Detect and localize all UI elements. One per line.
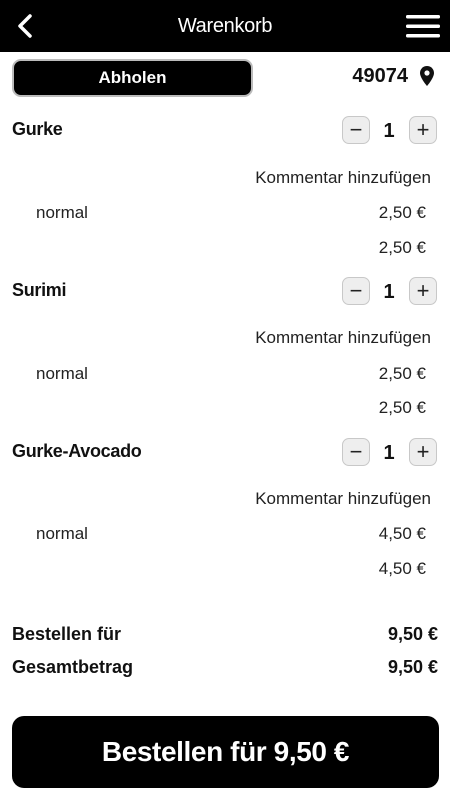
increment-button[interactable]: + [409, 438, 437, 466]
menu-button[interactable] [406, 12, 440, 40]
increment-button[interactable]: + [409, 116, 437, 144]
order-for-value: 9,50 € [387, 624, 438, 644]
cart-item-name: Gurke [12, 119, 63, 139]
cart-item-name: Gurke-Avocado [12, 441, 142, 461]
variant-label: normal [36, 524, 88, 543]
variant-price: 2,50 € [378, 203, 426, 222]
add-comment-link[interactable]: Kommentar hinzufügen [255, 167, 431, 189]
map-pin-icon[interactable] [420, 66, 434, 86]
variant-label: normal [36, 203, 88, 222]
variant-price: 4,50 € [378, 524, 426, 543]
quantity-value: 1 [383, 281, 395, 303]
decrement-button[interactable]: − [342, 438, 370, 466]
order-for-label: Bestellen für [12, 624, 122, 644]
grand-total-label: Gesamtbetrag [12, 657, 134, 677]
quantity-value: 1 [383, 120, 395, 142]
item-total: 2,50 € [378, 398, 426, 417]
decrement-button[interactable]: − [342, 116, 370, 144]
app-header: Warenkorb [0, 0, 450, 52]
cart-screen: Warenkorb Abholen 49074 Gurke − 1 + Komm… [0, 0, 450, 800]
postal-code[interactable]: 49074 [352, 64, 408, 88]
pickup-button[interactable]: Abholen [12, 59, 253, 97]
variant-label: normal [36, 364, 88, 383]
page-title: Warenkorb [177, 15, 273, 37]
increment-button[interactable]: + [409, 277, 437, 305]
place-order-button[interactable]: Bestellen für 9,50 € [12, 716, 439, 788]
item-total: 4,50 € [378, 559, 426, 578]
cart-item-name: Surimi [12, 280, 67, 300]
grand-total-value: 9,50 € [387, 657, 438, 677]
item-total: 2,50 € [378, 238, 426, 257]
hamburger-menu-icon [406, 15, 440, 38]
quantity-value: 1 [383, 442, 395, 464]
add-comment-link[interactable]: Kommentar hinzufügen [255, 488, 431, 510]
decrement-button[interactable]: − [342, 277, 370, 305]
add-comment-link[interactable]: Kommentar hinzufügen [255, 327, 431, 349]
variant-price: 2,50 € [378, 364, 426, 383]
